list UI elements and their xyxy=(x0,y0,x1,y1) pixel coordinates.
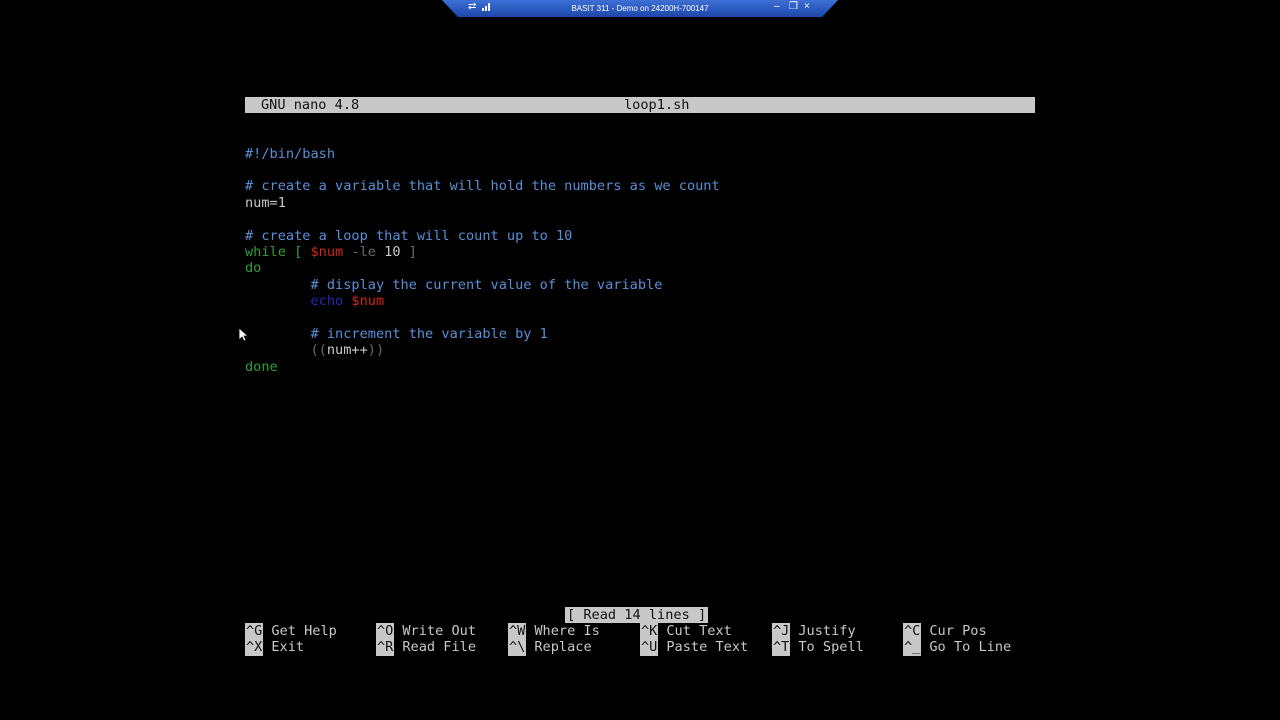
shortcut-key: ^J xyxy=(772,623,791,640)
code-line[interactable]: # create a variable that will hold the n… xyxy=(245,178,1035,194)
code-token: $num xyxy=(310,243,344,260)
close-icon[interactable]: × xyxy=(804,2,810,12)
code-line[interactable]: num=1 xyxy=(245,195,1035,211)
code-line[interactable]: #!/bin/bash xyxy=(245,146,1035,162)
code-line[interactable]: # create a loop that will count up to 10 xyxy=(245,228,1035,244)
code-line[interactable]: ((num++)) xyxy=(245,342,1035,358)
code-token: )) xyxy=(367,342,385,359)
shortcut-label: Cut Text xyxy=(666,623,732,639)
code-line[interactable]: while [ $num -le 10 ] xyxy=(245,244,1035,260)
code-token: while [ xyxy=(245,243,311,260)
code-token: num++ xyxy=(326,342,368,359)
shortcut-key: ^K xyxy=(640,623,659,640)
code-line[interactable] xyxy=(245,310,1035,326)
code-line[interactable]: done xyxy=(245,359,1035,375)
shortcut-label: Get Help xyxy=(271,623,337,639)
shortcut-to-spell[interactable]: ^T To Spell xyxy=(772,639,864,656)
code-token: -le xyxy=(343,243,385,260)
editor-buffer[interactable]: #!/bin/bash # create a variable that will… xyxy=(245,146,1035,375)
code-token: num=1 xyxy=(245,194,286,211)
remote-connection-bar: ⇄ BASIT 311 - Demo on 24200H-700147 – ❐ … xyxy=(442,0,838,17)
shortcut-key: ^T xyxy=(772,639,791,656)
shortcut-key: ^R xyxy=(376,639,395,656)
code-token: do xyxy=(245,260,262,277)
shortcut-justify[interactable]: ^J Justify xyxy=(772,623,856,640)
shortcut-write-out[interactable]: ^O Write Out xyxy=(376,623,477,640)
shortcut-label: Paste Text xyxy=(666,639,749,656)
nano-version: GNU nano 4.8 xyxy=(261,96,360,113)
shortcut-label: To Spell xyxy=(798,639,864,656)
minimize-icon[interactable]: – xyxy=(774,2,780,12)
shortcut-go-to-line[interactable]: ^_ Go To Line xyxy=(903,639,1012,656)
shortcut-paste-text[interactable]: ^U Paste Text xyxy=(640,639,749,656)
shortcut-key: ^G xyxy=(245,623,264,640)
code-line[interactable]: echo $num xyxy=(245,293,1035,309)
shortcut-key: ^_ xyxy=(903,639,922,656)
status-message: [ Read 14 lines ] xyxy=(565,607,709,623)
shortcut-label: Replace xyxy=(534,639,592,656)
file-name: loop1.sh xyxy=(624,96,690,113)
restore-icon[interactable]: ❐ xyxy=(789,2,798,12)
shortcut-key: ^X xyxy=(245,639,264,656)
nano-editor[interactable]: GNU nano 4.8 loop1.sh #!/bin/bash # creat… xyxy=(245,64,1035,392)
code-token: # create a variable that will hold the n… xyxy=(245,178,720,195)
shortcut-key: ^\ xyxy=(508,639,527,656)
shortcut-key: ^C xyxy=(903,623,922,640)
code-line[interactable]: # display the current value of the varia… xyxy=(245,277,1035,293)
code-line[interactable] xyxy=(245,211,1035,227)
shortcut-exit[interactable]: ^X Exit xyxy=(245,639,305,656)
code-token: echo xyxy=(310,293,352,310)
code-token: # create a loop that will count up to 10 xyxy=(245,227,573,244)
shortcut-key: ^U xyxy=(640,639,659,656)
code-line[interactable]: # increment the variable by 1 xyxy=(245,326,1035,342)
code-token: # display the current value of the varia… xyxy=(310,276,663,293)
code-token: (( xyxy=(310,342,327,359)
shortcut-replace[interactable]: ^\ Replace xyxy=(508,639,592,656)
shortcut-label: Go To Line xyxy=(929,639,1012,656)
shortcut-label: Where Is xyxy=(534,623,600,639)
nano-titlebar: GNU nano 4.8 loop1.sh xyxy=(245,96,1035,113)
code-token: ] xyxy=(400,243,417,260)
shortcut-read-file[interactable]: ^R Read File xyxy=(376,639,477,656)
code-line[interactable]: do xyxy=(245,260,1035,276)
code-token: $num xyxy=(351,293,385,310)
shortcut-label: Read File xyxy=(402,639,477,656)
shortcut-label: Justify xyxy=(798,623,856,639)
shortcut-get-help[interactable]: ^G Get Help xyxy=(245,623,337,640)
code-line[interactable] xyxy=(245,162,1035,178)
code-token: # increment the variable by 1 xyxy=(310,325,548,342)
shortcut-label: Exit xyxy=(271,639,305,656)
shortcut-cur-pos[interactable]: ^C Cur Pos xyxy=(903,623,987,640)
shortcut-cut-text[interactable]: ^K Cut Text xyxy=(640,623,732,640)
shortcut-label: Write Out xyxy=(402,623,477,639)
shortcut-key: ^W xyxy=(508,623,527,640)
shortcut-label: Cur Pos xyxy=(929,623,987,639)
code-token: done xyxy=(245,358,278,375)
shortcut-key: ^O xyxy=(376,623,395,640)
shortcut-where-is[interactable]: ^W Where Is xyxy=(508,623,600,640)
code-token: 10 xyxy=(384,243,401,260)
